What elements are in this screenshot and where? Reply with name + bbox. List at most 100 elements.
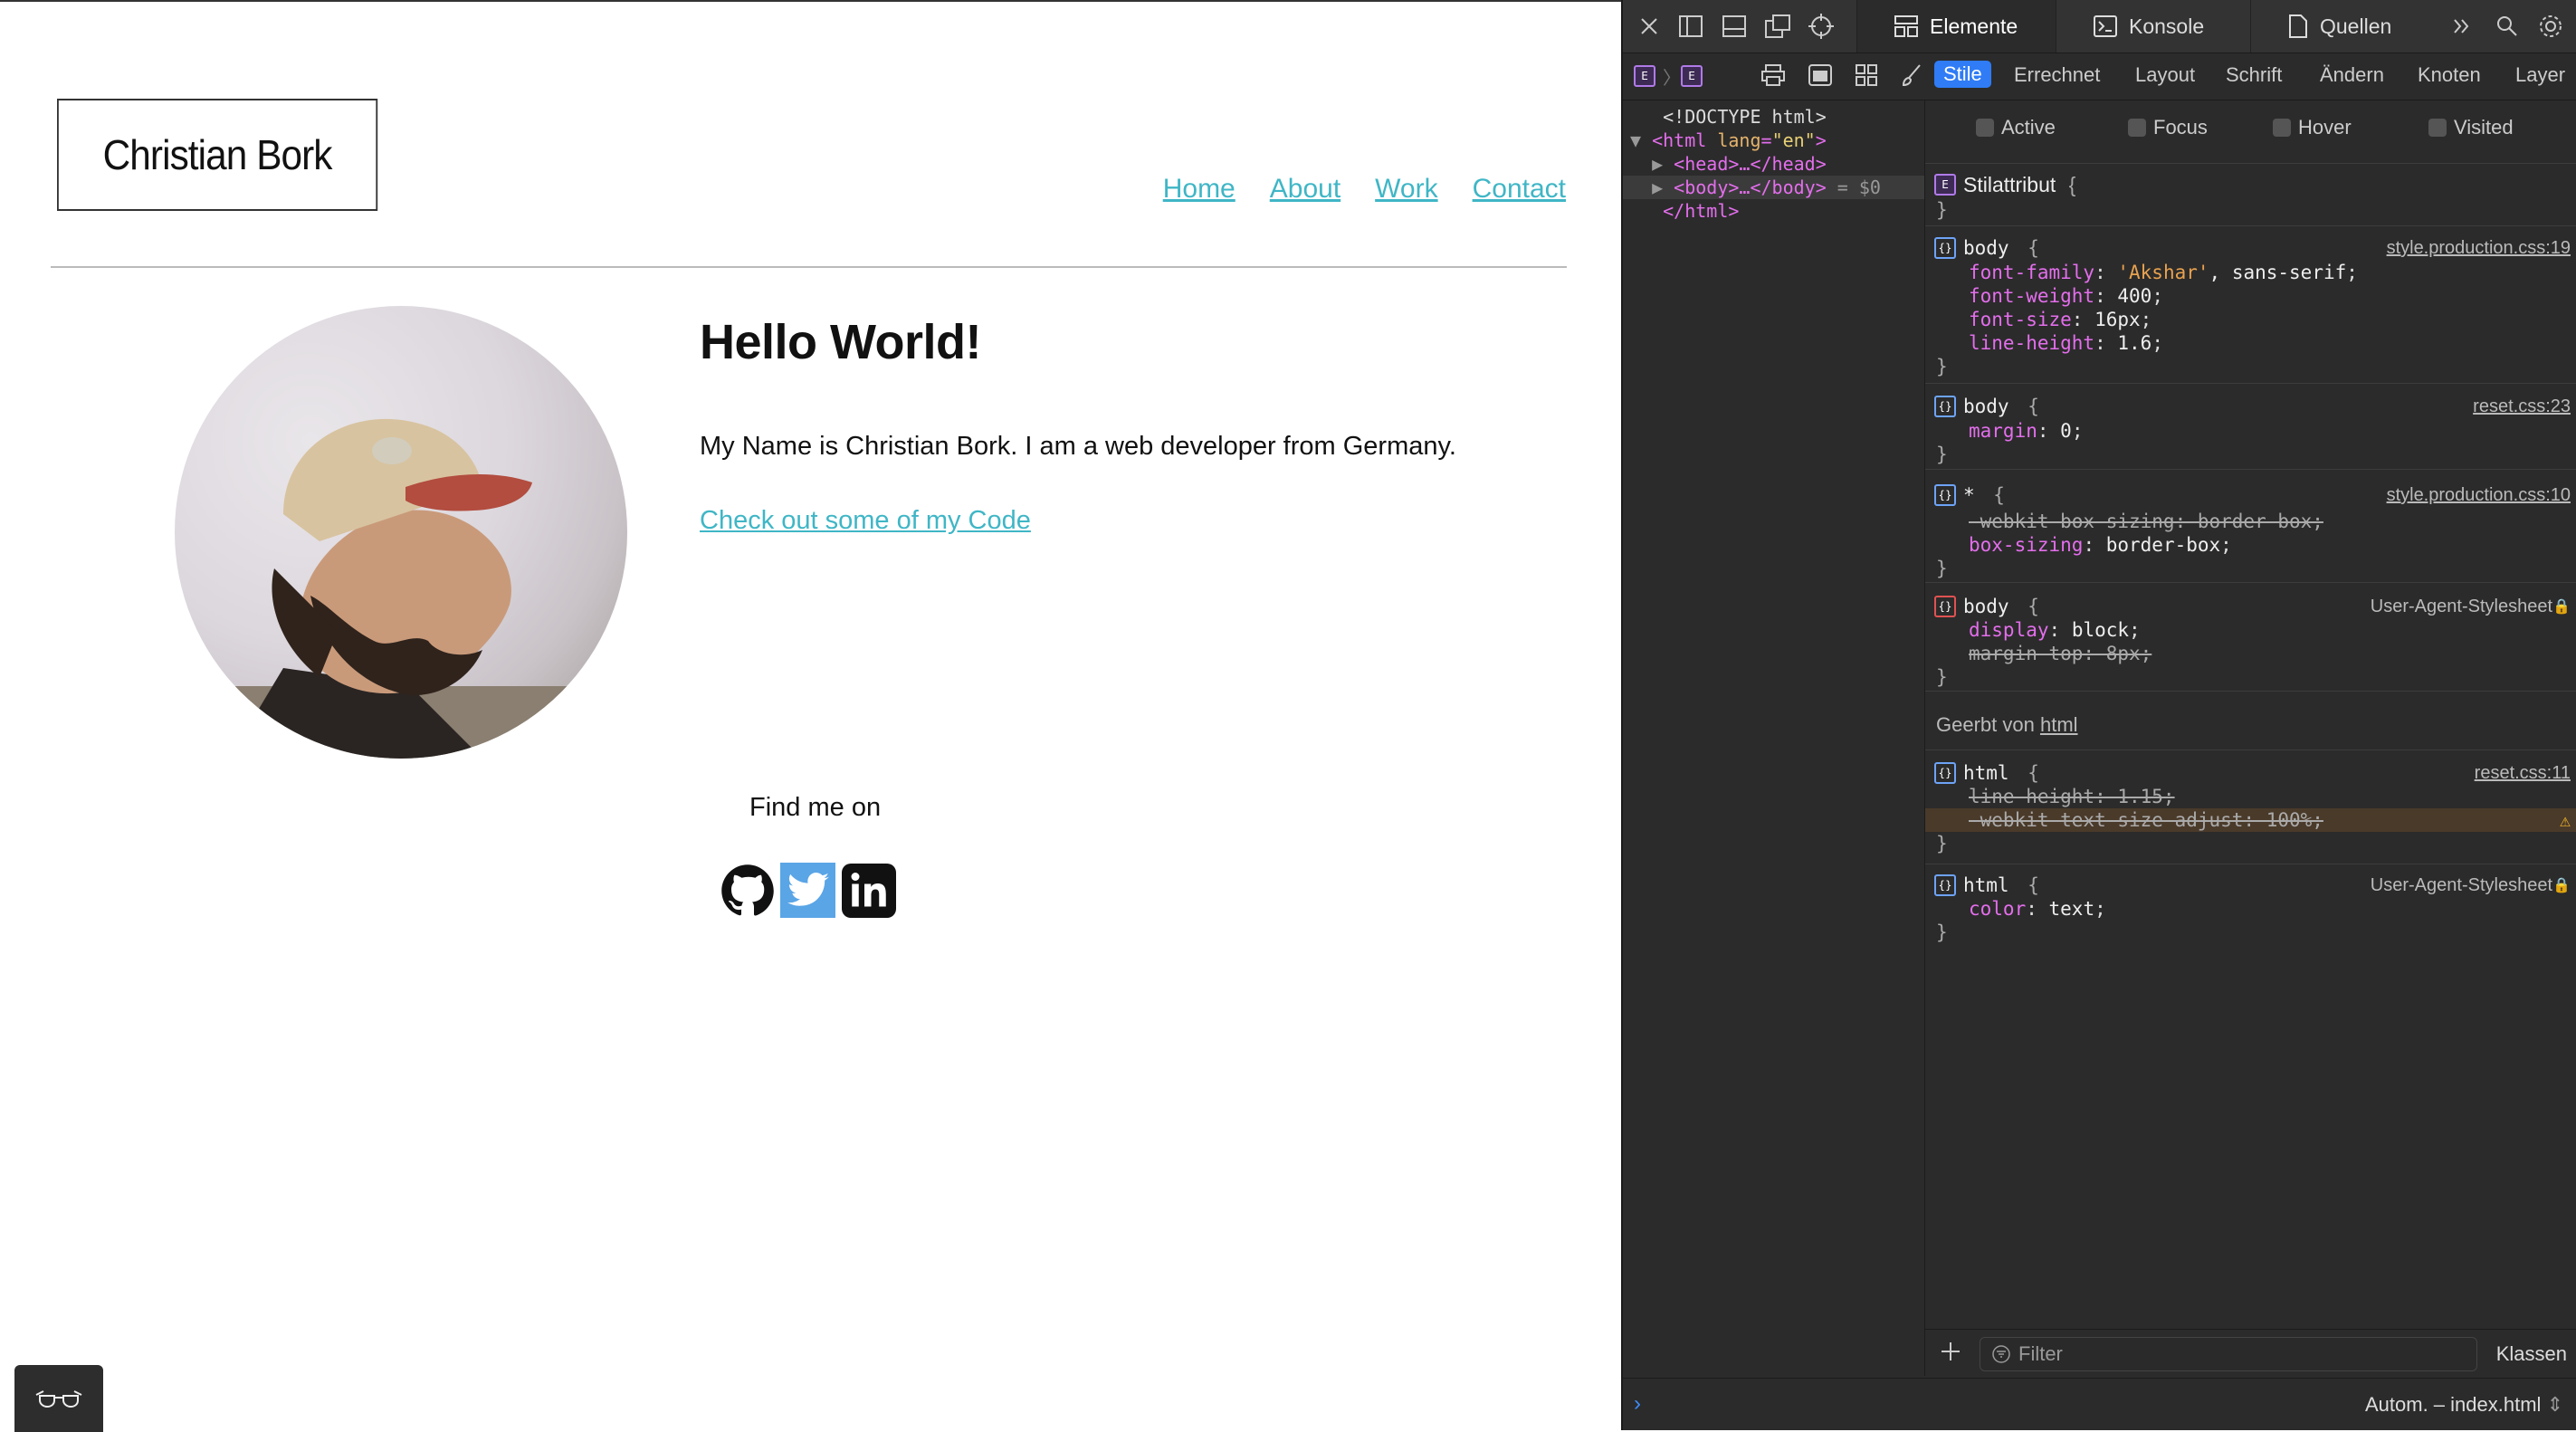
css-declaration[interactable]: font-weight: 400; [1969, 284, 2163, 308]
breadcrumb-separator-icon: 〉 [1663, 69, 1681, 89]
dock-bottom-icon[interactable] [1719, 11, 1750, 42]
subtab-computed[interactable]: Errechnet [2014, 63, 2100, 87]
appearance-icon[interactable] [1808, 63, 1833, 91]
subtab-layout[interactable]: Layout [2135, 63, 2195, 87]
glasses-icon[interactable] [14, 1365, 103, 1432]
lock-icon: 🔒 [2552, 876, 2571, 893]
css-declaration-overridden[interactable]: line-height: 1.15; [1969, 785, 2175, 808]
tab-sources[interactable]: Quellen [2250, 0, 2440, 53]
css-declaration[interactable]: color: text; [1969, 897, 2106, 921]
print-icon[interactable] [1760, 63, 1786, 91]
dom-node-head[interactable]: ▶ <head>…</head> [1623, 152, 1924, 176]
checkbox-icon [2273, 119, 2291, 137]
css-declaration[interactable]: font-family: 'Akshar', sans-serif; [1969, 261, 2358, 284]
nav-about-link[interactable]: About [1270, 174, 1340, 205]
devtools-panel: Elemente Konsole Quellen E 〉 E Stile Err… [1621, 0, 2576, 1430]
subtab-styles[interactable]: Stile [1934, 61, 1991, 88]
add-rule-icon[interactable] [1938, 1339, 1963, 1369]
tab-elements[interactable]: Elemente [1856, 0, 2056, 53]
tab-sources-label: Quellen [2320, 14, 2392, 38]
style-attribute-rule[interactable]: E Stilattribut { } [1925, 163, 2576, 226]
close-icon[interactable] [1634, 11, 1665, 42]
dock-left-icon[interactable] [1675, 11, 1706, 42]
doctype-text: <!DOCTYPE html> [1663, 106, 1827, 128]
pseudo-hover-checkbox[interactable]: Hover [2273, 116, 2352, 139]
github-icon[interactable] [720, 863, 775, 918]
css-declaration[interactable]: margin: 0; [1969, 419, 2083, 443]
dom-node-html-close[interactable]: </html> [1623, 199, 1924, 223]
rule-source-link[interactable]: style.production.css:19 [2387, 236, 2571, 260]
html-attr-value: "en" [1771, 129, 1816, 151]
console-prompt-icon[interactable]: › [1634, 1391, 1641, 1417]
subtab-changes[interactable]: Ändern [2320, 63, 2384, 87]
filter-input[interactable]: Filter [1980, 1337, 2477, 1371]
dom-node-html[interactable]: ▼ <html lang="en"> [1623, 129, 1924, 152]
chevron-updown-icon: ⇕ [2546, 1393, 2563, 1416]
pseudo-active-label: Active [2001, 116, 2056, 138]
header-divider [51, 266, 1567, 268]
brush-icon[interactable] [1900, 63, 1923, 91]
subtab-layers[interactable]: Layer [2515, 63, 2565, 87]
pseudo-focus-checkbox[interactable]: Focus [2128, 116, 2208, 139]
linkedin-icon[interactable] [841, 863, 896, 918]
crosshair-icon[interactable] [1806, 11, 1837, 42]
inherited-from-label: Geerbt von html [1936, 713, 2078, 736]
dom-node-body[interactable]: ▶ <body>…</body> = $0 [1623, 176, 1924, 199]
console-prompt-bar: › Autom. – index.html ⇕ [1623, 1378, 2576, 1431]
css-rule-body-2[interactable]: {} body { reset.css:23 margin: 0; } [1925, 383, 2576, 470]
search-icon[interactable] [2492, 11, 2523, 42]
css-declaration-overridden[interactable]: margin-top: 8px; [1969, 642, 2151, 665]
rule-source-link[interactable]: reset.css:11 [2475, 761, 2571, 785]
stylesheet-icon: {} [1934, 396, 1956, 417]
site-logo[interactable]: Christian Bork [57, 99, 378, 211]
rule-source-link[interactable]: reset.css:23 [2473, 395, 2571, 418]
pseudo-visited-checkbox[interactable]: Visited [2428, 116, 2514, 139]
css-rule-body-1[interactable]: {} body { style.production.css:19 font-fa… [1925, 224, 2576, 384]
css-declaration[interactable]: display: block; [1969, 618, 2141, 642]
checkbox-icon [1976, 119, 1994, 137]
rule-source-link[interactable]: style.production.css:10 [2387, 483, 2571, 507]
styles-pane: Active Focus Hover Visited E Stilattribu… [1925, 100, 2576, 1376]
subtab-font[interactable]: Schrift [2226, 63, 2282, 87]
classes-button[interactable]: Klassen [2496, 1342, 2567, 1366]
stylesheet-icon: {} [1934, 874, 1956, 896]
subtab-node[interactable]: Knoten [2418, 63, 2481, 87]
css-declaration-overridden[interactable]: -webkit-box-sizing: border-box; [1969, 510, 2323, 533]
undock-icon[interactable] [1762, 11, 1793, 42]
dom-node-doctype[interactable]: <!DOCTYPE html> [1623, 105, 1924, 129]
css-declaration[interactable]: line-height: 1.6; [1969, 331, 2163, 355]
website-viewport: Christian Bork Home About Work Contact H… [0, 0, 1621, 1432]
css-declaration-overridden[interactable]: -webkit-text-size-adjust: 100%; [1969, 808, 2323, 832]
css-declaration[interactable]: font-size: 16px; [1969, 308, 2151, 331]
disclosure-open-icon[interactable]: ▼ [1630, 129, 1652, 151]
tab-console[interactable]: Konsole [2056, 0, 2250, 53]
chevron-right-double-icon[interactable] [2447, 11, 2477, 42]
social-links [720, 863, 896, 918]
grid-icon[interactable] [1855, 63, 1878, 91]
disclosure-closed-icon[interactable]: ▶ [1630, 153, 1674, 175]
twitter-icon[interactable] [780, 863, 835, 918]
code-link[interactable]: Check out some of my Code [700, 506, 1031, 536]
pseudo-hover-label: Hover [2298, 116, 2352, 138]
checkbox-icon [2428, 119, 2447, 137]
css-rule-html[interactable]: {} html { reset.css:11 line-height: 1.15;… [1925, 749, 2576, 864]
styles-footer: Filter Klassen [1925, 1329, 2576, 1377]
sidebar-toolbar: E 〉 E Stile Errechnet Layout Schrift Änd… [1623, 53, 2576, 100]
pseudo-active-checkbox[interactable]: Active [1976, 116, 2056, 139]
css-rule-universal[interactable]: {} * { style.production.css:10 -webkit-bo… [1925, 469, 2576, 583]
element-badge-icon[interactable]: E [1634, 65, 1655, 87]
main-nav: Home About Work Contact [1163, 174, 1566, 205]
tab-console-label: Konsole [2129, 14, 2205, 38]
disclosure-closed-icon[interactable]: ▶ [1630, 177, 1674, 198]
css-declaration[interactable]: box-sizing: border-box; [1969, 533, 2232, 557]
css-rule-ua-html[interactable]: {} html { User-Agent-Stylesheet 🔒 color: … [1925, 863, 2576, 953]
element-badge-icon[interactable]: E [1681, 65, 1703, 87]
inherited-from-link[interactable]: html [2040, 713, 2078, 736]
nav-home-link[interactable]: Home [1163, 174, 1236, 205]
gear-icon[interactable] [2535, 11, 2566, 42]
nav-work-link[interactable]: Work [1375, 174, 1437, 205]
execution-context-select[interactable]: Autom. – index.html ⇕ [2365, 1393, 2563, 1417]
warning-icon[interactable]: ⚠ [2560, 808, 2571, 832]
nav-contact-link[interactable]: Contact [1473, 174, 1566, 205]
css-rule-ua-body[interactable]: {} body { User-Agent-Stylesheet 🔒 display… [1925, 582, 2576, 692]
